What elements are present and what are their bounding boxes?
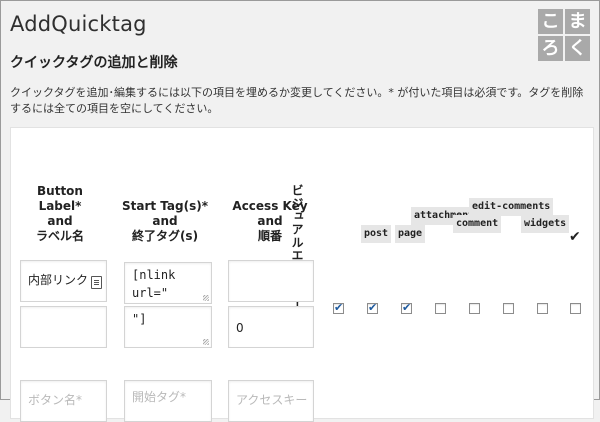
- end-tag-textarea[interactable]: "]: [124, 306, 212, 348]
- logo-char-3: ろ: [538, 36, 563, 61]
- start-tag-textarea[interactable]: [nlink url=": [124, 262, 212, 304]
- visual-checkbox[interactable]: [333, 301, 344, 314]
- new-button-label-input[interactable]: ボタン名*: [20, 380, 107, 422]
- extra-field-input[interactable]: [20, 306, 107, 348]
- post-checkbox[interactable]: [367, 301, 378, 314]
- new-start-tag-textarea[interactable]: 開始タグ*: [124, 380, 212, 422]
- posttype-page: page: [395, 225, 426, 243]
- comment-checkbox[interactable]: [469, 303, 480, 314]
- posttype-widgets: widgets: [521, 215, 570, 233]
- select-all-checkbox[interactable]: [570, 303, 581, 314]
- posttype-post: post: [361, 225, 392, 243]
- select-all-checkmark-icon[interactable]: ✔: [569, 229, 581, 245]
- logo-char-4: く: [565, 36, 590, 61]
- new-access-key-input[interactable]: アクセスキー: [228, 380, 314, 422]
- access-key-input[interactable]: [228, 260, 314, 302]
- page-checkbox[interactable]: [401, 301, 412, 314]
- page-title: AddQuicktag: [10, 12, 147, 36]
- resize-grip-icon[interactable]: [203, 339, 209, 345]
- attachment-checkbox[interactable]: [435, 303, 446, 314]
- widgets-checkbox[interactable]: [537, 303, 548, 314]
- header-button-label: Button Label* and ラベル名: [35, 184, 84, 243]
- posttype-edit-comments: edit-comments: [469, 198, 554, 216]
- section-subtitle: クイックタグの追加と削除: [10, 55, 178, 71]
- header-start-tag: Start Tag(s)* and 終了タグ(s): [121, 199, 209, 243]
- order-input[interactable]: 0: [228, 306, 314, 348]
- edit-comments-checkbox[interactable]: [503, 303, 514, 314]
- komaroku-logo: こ ま ろ く: [538, 9, 590, 61]
- section-description: クイックタグを追加･編集するには以下の項目を埋めるか変更してください。* が付い…: [10, 86, 584, 115]
- document-icon: [91, 276, 102, 289]
- button-label-input[interactable]: 内部リンク: [20, 260, 107, 302]
- posttype-comment: comment: [453, 215, 502, 233]
- logo-char-2: ま: [565, 9, 590, 34]
- resize-grip-icon[interactable]: [203, 295, 209, 301]
- logo-char-1: こ: [538, 9, 563, 34]
